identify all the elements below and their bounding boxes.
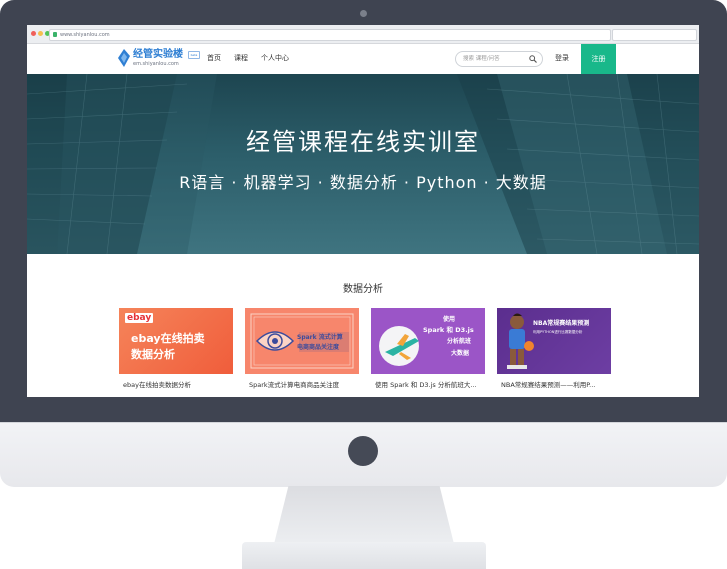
- site-header: 经管实验楼 em.shiyanlou.com beta 首页 课程 个人中心 搜…: [27, 44, 699, 74]
- course-caption[interactable]: 使用 Spark 和 D3.js 分析航班大...: [375, 380, 483, 390]
- search-icon[interactable]: [529, 55, 537, 63]
- course-caption[interactable]: NBA常规赛结果预测——利用P...: [501, 380, 609, 390]
- logo-title[interactable]: 经管实验楼: [133, 49, 183, 60]
- nav-home[interactable]: 首页: [207, 53, 221, 63]
- address-bar[interactable]: www.shiyanlou.com: [49, 29, 611, 41]
- search-placeholder: 搜索 课程/问答: [463, 56, 500, 62]
- address-url: www.shiyanlou.com: [60, 32, 110, 38]
- search-input[interactable]: 搜索 课程/问答: [455, 51, 543, 67]
- course-card-nba[interactable]: NBA常规赛结果预测 利用PYTHON进行比赛数据分析 NBA常规赛结果预测——…: [497, 308, 611, 396]
- thumbnail-title: ebay在线拍卖: [131, 332, 205, 345]
- thumbnail-line-3: 分析航班: [447, 338, 472, 345]
- nav-courses[interactable]: 课程: [234, 53, 248, 63]
- nav-personal-center[interactable]: 个人中心: [261, 53, 289, 63]
- hero-buildings-image: [27, 74, 699, 254]
- thumbnail-title: NBA常规赛结果预测: [533, 320, 590, 327]
- ebay-logo: ebay: [125, 313, 154, 323]
- screen: www.shiyanlou.com 经管实验楼 em.shiyanlou.com…: [27, 25, 699, 397]
- course-thumbnail[interactable]: 使用 Spark 和 D3.js 分析航班 大数据: [371, 308, 485, 374]
- camera-icon: [360, 10, 367, 17]
- monitor-stand-base: [242, 542, 486, 569]
- browser-chrome: www.shiyanlou.com: [27, 25, 699, 44]
- browser-search-field[interactable]: [612, 29, 697, 41]
- course-card-spark[interactable]: Spark 流式计算 电商商品关注度 Spark流式计算电商商品关注度: [245, 308, 359, 396]
- thumbnail-title: Spark 流式计算: [297, 334, 343, 341]
- beta-badge: beta: [188, 51, 200, 59]
- hero-banner: 经管课程在线实训室 R语言 · 机器学习 · 数据分析 · Python · 大…: [27, 74, 699, 254]
- course-thumbnail[interactable]: Spark 流式计算 电商商品关注度: [245, 308, 359, 374]
- eye-icon: [250, 313, 354, 369]
- minimize-window-icon[interactable]: [38, 31, 43, 36]
- course-caption[interactable]: Spark流式计算电商商品关注度: [249, 380, 357, 390]
- thumbnail-subtitle: 电商商品关注度: [297, 344, 340, 351]
- login-link[interactable]: 登录: [555, 53, 569, 63]
- course-thumbnail[interactable]: ebay ebay在线拍卖 数据分析: [119, 308, 233, 374]
- thumbnail-subtitle: 数据分析: [131, 348, 175, 361]
- register-button[interactable]: 注册: [581, 44, 616, 74]
- course-thumbnail[interactable]: NBA常规赛结果预测 利用PYTHON进行比赛数据分析: [497, 308, 611, 374]
- course-caption[interactable]: ebay在线拍卖数据分析: [123, 380, 231, 390]
- thumbnail-line-2: Spark 和 D3.js: [423, 326, 474, 334]
- close-window-icon[interactable]: [31, 31, 36, 36]
- power-button-icon: [348, 436, 378, 466]
- logo-subtitle: em.shiyanlou.com: [133, 61, 179, 67]
- section-title: 数据分析: [343, 284, 383, 295]
- hero-title: 经管课程在线实训室: [246, 128, 480, 156]
- thumbnail-line-1: 使用: [443, 316, 456, 323]
- logo-icon[interactable]: [117, 49, 131, 67]
- monitor-stand: [274, 486, 454, 544]
- secure-lock-icon: [53, 32, 57, 37]
- hero-subtitle: R语言 · 机器学习 · 数据分析 · Python · 大数据: [179, 173, 547, 192]
- course-card-flight-data[interactable]: 使用 Spark 和 D3.js 分析航班 大数据 使用 Spark 和 D3.…: [371, 308, 485, 396]
- thumbnail-line-4: 大数据: [451, 350, 470, 357]
- thumbnail-subtitle: 利用PYTHON进行比赛数据分析: [533, 330, 583, 334]
- course-card-ebay[interactable]: ebay ebay在线拍卖 数据分析 ebay在线拍卖数据分析: [119, 308, 233, 396]
